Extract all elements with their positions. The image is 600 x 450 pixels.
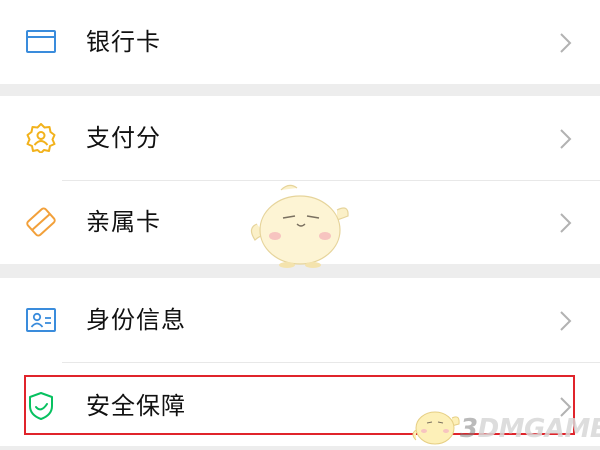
bank-card-icon	[25, 27, 57, 57]
watermark-mascot-icon	[412, 411, 460, 445]
mascot-sticker	[245, 180, 355, 274]
menu-item-label: 身份信息	[86, 306, 186, 334]
chevron-right-icon	[559, 32, 573, 54]
id-card-icon	[25, 305, 57, 335]
chevron-right-icon	[559, 310, 573, 332]
watermark: 3DMGAME	[410, 400, 600, 450]
menu-item-bank-card[interactable]: 银行卡	[0, 0, 600, 84]
wallet-settings-page: 银行卡 支付分 亲属卡 身份信息 安全保障 3DMGAME	[0, 0, 600, 450]
security-shield-icon	[25, 391, 57, 421]
chevron-right-icon	[559, 212, 573, 234]
chevron-right-icon	[559, 128, 573, 150]
menu-item-label: 支付分	[86, 124, 161, 152]
menu-item-payment-score[interactable]: 支付分	[0, 96, 600, 180]
menu-item-label: 亲属卡	[86, 208, 161, 236]
family-card-icon	[25, 207, 57, 237]
menu-item-label: 安全保障	[86, 392, 186, 420]
group-bank-card: 银行卡	[0, 0, 600, 84]
payment-score-icon	[25, 123, 57, 154]
row-divider	[62, 362, 600, 363]
menu-item-label: 银行卡	[86, 28, 161, 56]
menu-item-identity-info[interactable]: 身份信息	[0, 278, 600, 362]
watermark-text: 3DMGAME	[460, 414, 600, 444]
